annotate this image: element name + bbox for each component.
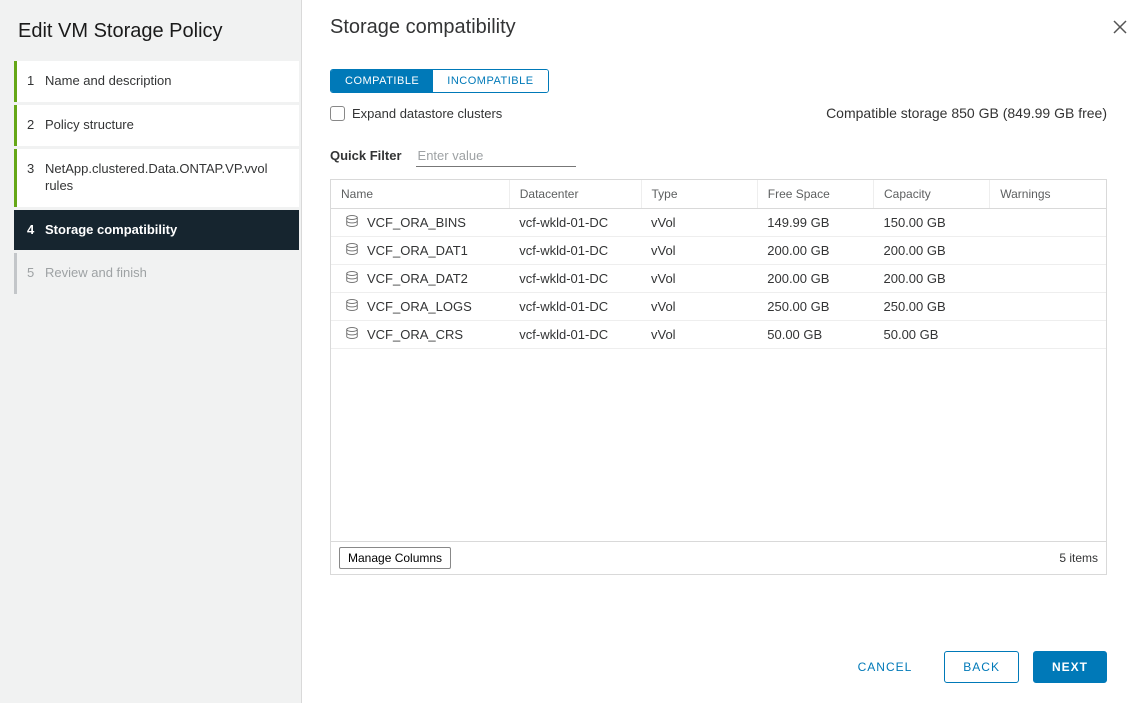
step-policy-structure[interactable]: 2 Policy structure [14,105,299,146]
close-icon[interactable] [1113,18,1127,39]
cell-name: VCF_ORA_BINS [367,215,466,230]
cancel-button[interactable]: CANCEL [840,652,931,682]
page-title: Storage compatibility [330,16,1107,39]
expand-datastore-clusters[interactable]: Expand datastore clusters [330,106,502,121]
cell-free: 250.00 GB [757,293,873,321]
cell-free: 149.99 GB [757,209,873,237]
col-datacenter[interactable]: Datacenter [509,180,641,209]
tab-incompatible[interactable]: INCOMPATIBLE [433,70,547,92]
cell-free: 200.00 GB [757,265,873,293]
step-storage-compatibility[interactable]: 4 Storage compatibility [14,210,299,251]
table-row[interactable]: VCF_ORA_CRSvcf-wkld-01-DCvVol50.00 GB50.… [331,321,1106,349]
compatibility-toggle: COMPATIBLE INCOMPATIBLE [330,69,1107,93]
cell-warnings [990,321,1106,349]
cell-datacenter: vcf-wkld-01-DC [509,237,641,265]
step-number: 5 [27,265,45,280]
datastore-icon [345,326,359,343]
wizard-title: Edit VM Storage Policy [0,8,301,61]
step-name-description[interactable]: 1 Name and description [14,61,299,102]
step-number: 4 [27,222,45,237]
table-row[interactable]: VCF_ORA_LOGSvcf-wkld-01-DCvVol250.00 GB2… [331,293,1106,321]
step-number: 2 [27,117,45,132]
back-button[interactable]: BACK [944,651,1019,683]
cell-type: vVol [641,265,757,293]
manage-columns-button[interactable]: Manage Columns [339,547,451,569]
cell-free: 50.00 GB [757,321,873,349]
datastore-table: Name Datacenter Type Free Space Capacity… [330,179,1107,575]
step-label: Review and finish [45,265,285,282]
quick-filter-input[interactable] [416,145,576,167]
checkbox-icon[interactable] [330,106,345,121]
step-review-finish[interactable]: 5 Review and finish [14,253,299,294]
step-number: 3 [27,161,45,176]
step-label: Policy structure [45,117,285,134]
table-row[interactable]: VCF_ORA_BINS vcf-wkld-01-DCvVol149.99 GB1… [331,209,1106,237]
cell-capacity: 250.00 GB [874,293,990,321]
col-warnings[interactable]: Warnings [990,180,1106,209]
cell-warnings [990,265,1106,293]
cell-datacenter: vcf-wkld-01-DC [509,321,641,349]
cell-name: VCF_ORA_LOGS [367,299,472,314]
cell-datacenter: vcf-wkld-01-DC [509,209,641,237]
cell-type: vVol [641,209,757,237]
table-row[interactable]: VCF_ORA_DAT2vcf-wkld-01-DCvVol200.00 GB2… [331,265,1106,293]
next-button[interactable]: NEXT [1033,651,1107,683]
cell-warnings [990,209,1106,237]
cell-capacity: 150.00 GB [874,209,990,237]
compatible-storage-summary: Compatible storage 850 GB (849.99 GB fre… [826,105,1107,121]
cell-capacity: 50.00 GB [874,321,990,349]
edit-vm-storage-policy-dialog: Edit VM Storage Policy 1 Name and descri… [0,0,1135,703]
step-label: NetApp.clustered.Data.ONTAP.VP.vvol rule… [45,161,285,195]
cell-type: vVol [641,321,757,349]
cell-datacenter: vcf-wkld-01-DC [509,293,641,321]
expand-label: Expand datastore clusters [352,106,502,121]
cell-type: vVol [641,237,757,265]
datastore-icon [345,298,359,315]
wizard-sidebar: Edit VM Storage Policy 1 Name and descri… [0,0,302,703]
wizard-steps: 1 Name and description 2 Policy structur… [14,61,299,294]
step-vvol-rules[interactable]: 3 NetApp.clustered.Data.ONTAP.VP.vvol ru… [14,149,299,207]
table-header-row: Name Datacenter Type Free Space Capacity… [331,180,1106,209]
col-free-space[interactable]: Free Space [757,180,873,209]
table-row[interactable]: VCF_ORA_DAT1vcf-wkld-01-DCvVol200.00 GB2… [331,237,1106,265]
step-label: Name and description [45,73,285,90]
cell-name: VCF_ORA_DAT1 [367,243,468,258]
cell-datacenter: vcf-wkld-01-DC [509,265,641,293]
datastore-icon [345,270,359,287]
quick-filter-label: Quick Filter [330,148,402,163]
cell-name: VCF_ORA_CRS [367,327,463,342]
tab-compatible[interactable]: COMPATIBLE [331,70,433,92]
col-name[interactable]: Name [331,180,509,209]
col-type[interactable]: Type [641,180,757,209]
cell-warnings [990,237,1106,265]
cell-type: vVol [641,293,757,321]
col-capacity[interactable]: Capacity [874,180,990,209]
cell-warnings [990,293,1106,321]
cell-capacity: 200.00 GB [874,237,990,265]
cell-free: 200.00 GB [757,237,873,265]
step-number: 1 [27,73,45,88]
wizard-footer: CANCEL BACK NEXT [330,633,1107,703]
cell-name: VCF_ORA_DAT2 [367,271,468,286]
datastore-icon [345,242,359,259]
items-count: 5 items [1059,551,1098,565]
datastore-icon [345,214,359,231]
wizard-content: Storage compatibility COMPATIBLE INCOMPA… [302,0,1135,703]
cell-capacity: 200.00 GB [874,265,990,293]
step-label: Storage compatibility [45,222,285,239]
